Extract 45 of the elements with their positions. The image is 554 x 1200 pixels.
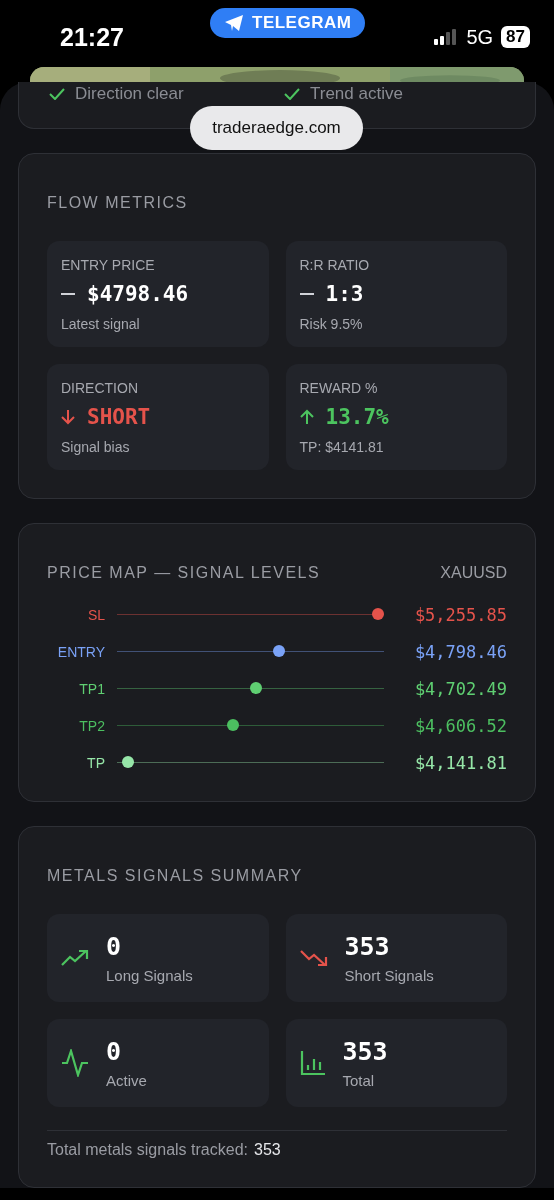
status-time: 21:27 [60, 22, 124, 52]
metric-note: Latest signal [61, 316, 141, 332]
stat-label: Long Signals [106, 967, 193, 984]
signal-icon [434, 29, 459, 45]
level-label: SL [86, 606, 105, 623]
level-price: $4,606.52 [414, 715, 507, 736]
section-title: PRICE MAP — SIGNAL LEVELS [47, 564, 321, 582]
metric-value: 13.7% [325, 405, 389, 429]
stat-label: Total [342, 1072, 376, 1089]
footer-label: Total metals signals tracked: [47, 1141, 248, 1159]
metric-label: R:R RATIO [299, 257, 371, 273]
metric-note: Risk 9.5% [299, 316, 364, 332]
check-label: Trend active [310, 84, 403, 104]
metric-value: SHORT [87, 405, 151, 429]
metric-note: TP: $4141.81 [299, 439, 385, 455]
level-price: $4,702.49 [414, 678, 507, 699]
battery-indicator: 87 [501, 26, 530, 48]
stat-value: 0 [106, 1037, 123, 1066]
metric-label: REWARD % [299, 380, 379, 396]
metric-label: DIRECTION [61, 380, 139, 396]
level-label: TP [86, 754, 105, 771]
level-label: TP1 [78, 680, 105, 697]
stat-value: 353 [342, 1037, 388, 1066]
stat-value: 0 [106, 932, 123, 961]
metric-value: $4798.46 [87, 282, 189, 306]
metric-label: ENTRY PRICE [61, 257, 156, 273]
metric-note: Signal bias [61, 439, 131, 455]
level-price: $5,255.85 [414, 604, 507, 625]
url-pill[interactable]: traderaedge.com [190, 106, 363, 150]
symbol-label: XAUUSD [440, 564, 507, 582]
network-label: 5G [466, 25, 494, 49]
metric-value: 1:3 [325, 282, 364, 306]
paper-plane-icon [224, 14, 244, 32]
level-price: $4,141.81 [414, 752, 507, 773]
stat-label: Active [106, 1072, 147, 1089]
footer-value: 353 [254, 1141, 281, 1159]
stat-label: Short Signals [344, 967, 434, 984]
section-title: METALS SIGNALS SUMMARY [47, 867, 304, 885]
level-label: ENTRY [56, 643, 105, 660]
level-price: $4,798.46 [414, 641, 507, 662]
telegram-pill[interactable]: TELEGRAM [210, 8, 366, 38]
section-title: FLOW METRICS [47, 194, 189, 212]
level-label: TP2 [78, 717, 105, 734]
stat-value: 353 [344, 932, 391, 961]
check-label: Direction clear [75, 84, 184, 104]
